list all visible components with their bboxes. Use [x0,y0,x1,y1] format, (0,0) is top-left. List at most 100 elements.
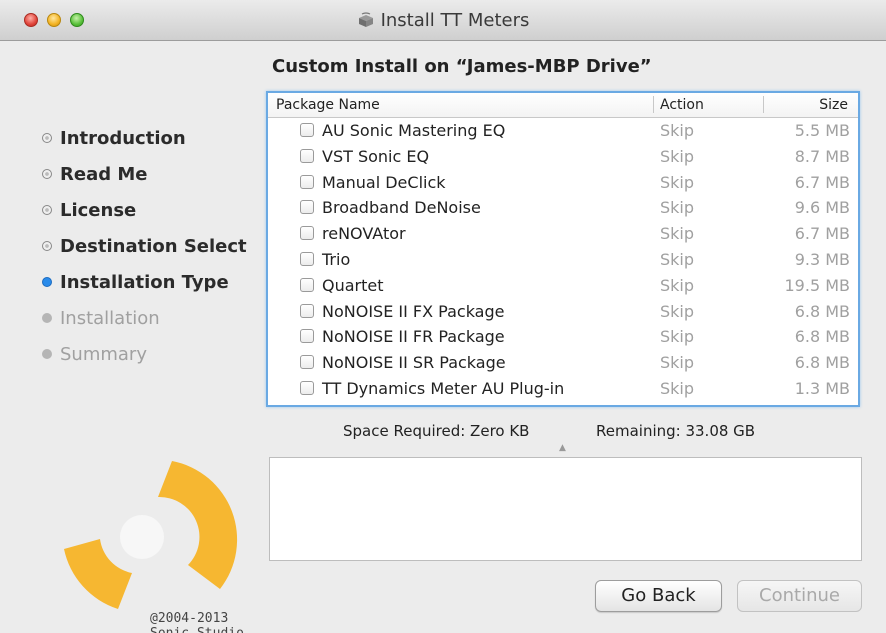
step-label: License [60,200,137,221]
package-checkbox[interactable] [300,251,314,266]
table-row[interactable]: Manual DeClick Skip 6.7 MB [268,170,858,196]
go-back-button[interactable]: Go Back [595,580,722,612]
package-name: NoNOISE II FX Package [322,301,505,321]
title-bar[interactable]: Install TT Meters [0,0,886,41]
installer-window: Install TT Meters Introduction Read Me Lic… [0,0,886,633]
package-checkbox[interactable] [300,226,314,241]
window-title-group: Install TT Meters [0,10,886,31]
package-size: 6.8 MB [794,327,850,347]
step-bullet-icon [42,205,52,215]
package-checkbox[interactable] [300,355,314,370]
table-row[interactable]: Trio Skip 9.3 MB [268,247,858,273]
table-row[interactable]: Broadband DeNoise Skip 9.6 MB [268,195,858,221]
package-name: AU Sonic Mastering EQ [322,121,506,140]
step-destination-select: Destination Select [42,235,247,271]
package-action: Skip [660,121,695,140]
step-label: Introduction [60,128,186,149]
table-body: AU Sonic Mastering EQ Skip 5.5 MB VST Sonic… [268,118,858,402]
step-read-me: Read Me [42,163,247,199]
package-size: 8.7 MB [794,146,850,166]
package-checkbox[interactable] [300,174,314,189]
sidebar: Introduction Read Me License Destination Se… [0,41,260,633]
package-checkbox[interactable] [300,303,314,318]
table-row[interactable]: NoNOISE II SR Package Skip 6.8 MB [268,350,858,376]
package-action: Skip [660,198,695,218]
package-checkbox[interactable] [300,148,314,163]
step-label: Installation [60,308,160,329]
page-title: Custom Install on “James-MBP Drive” [272,56,652,77]
package-size: 6.7 MB [794,172,850,192]
description-area [269,457,862,561]
column-header-size[interactable]: Size [819,97,848,113]
sonic-studio-logo [64,461,238,609]
package-checkbox[interactable] [300,123,314,137]
package-name: reNOVAtor [322,224,406,244]
step-label: Destination Select [60,236,247,257]
package-size: 9.3 MB [794,249,850,269]
package-action: Skip [660,301,695,321]
package-action: Skip [660,172,695,192]
table-row[interactable]: NoNOISE II FX Package Skip 6.8 MB [268,299,858,325]
table-row[interactable]: TT Dynamics Meter AU Plug-in Skip 1.3 MB [268,376,858,402]
step-bullet-icon [42,349,52,359]
step-label: Summary [60,344,147,365]
package-name: Manual DeClick [322,172,446,192]
step-bullet-icon [42,133,52,143]
package-checkbox[interactable] [300,200,314,215]
package-name: Quartet [322,275,384,295]
space-remaining-text: Remaining: 33.08 GB [596,422,756,440]
column-header-action[interactable]: Action [660,97,704,113]
step-label: Installation Type [60,272,229,293]
step-bullet-icon [42,169,52,179]
package-name: VST Sonic EQ [322,146,430,166]
column-header-package-name[interactable]: Package Name [276,97,380,113]
table-header: Package Name Action Size [268,93,858,118]
step-license: License [42,199,247,235]
package-checkbox[interactable] [300,380,314,395]
copyright-text: @2004-2013 Sonic Studio LLC [150,611,244,633]
table-row[interactable]: reNOVAtor Skip 6.7 MB [268,221,858,247]
package-size: 6.8 MB [794,301,850,321]
table-row[interactable]: NoNOISE II FR Package Skip 6.8 MB [268,324,858,350]
package-size: 9.6 MB [794,198,850,218]
package-action: Skip [660,327,695,347]
column-divider[interactable] [763,96,764,113]
package-name: NoNOISE II FR Package [322,327,505,347]
package-name: TT Dynamics Meter AU Plug-in [322,378,565,398]
resize-grip-icon[interactable]: ▲ [559,443,566,453]
package-table[interactable]: Package Name Action Size AU Sonic Master… [266,91,860,407]
step-bullet-icon [42,313,52,323]
package-action: Skip [660,224,695,244]
package-action: Skip [660,249,695,269]
package-size: 6.7 MB [794,224,850,244]
package-action: Skip [660,353,695,373]
continue-button[interactable]: Continue [737,580,862,612]
table-row[interactable]: AU Sonic Mastering EQ Skip 5.5 MB [268,118,858,144]
package-action: Skip [660,146,695,166]
step-introduction: Introduction [42,127,247,163]
package-action: Skip [660,275,695,295]
table-row[interactable]: VST Sonic EQ Skip 8.7 MB [268,144,858,170]
package-checkbox[interactable] [300,277,314,292]
package-checkbox[interactable] [300,329,314,344]
step-label: Read Me [60,164,148,185]
package-name: Trio [322,249,351,269]
step-installation-type: Installation Type [42,271,247,307]
step-installation: Installation [42,307,247,343]
package-size: 1.3 MB [794,378,850,398]
table-row[interactable]: Quartet Skip 19.5 MB [268,273,858,299]
package-name: NoNOISE II SR Package [322,353,506,373]
step-summary: Summary [42,343,247,379]
package-size: 5.5 MB [794,121,850,140]
column-divider[interactable] [653,96,654,113]
package-size: 19.5 MB [784,275,851,295]
package-name: Broadband DeNoise [322,198,481,218]
step-bullet-icon [42,241,52,251]
step-bullet-icon [42,277,52,287]
installer-steps: Introduction Read Me License Destination Se… [42,127,247,379]
window-title: Install TT Meters [380,10,530,31]
installer-box-icon [358,12,373,27]
package-action: Skip [660,378,695,398]
space-required-text: Space Required: Zero KB [343,422,530,440]
package-size: 6.8 MB [794,353,850,373]
